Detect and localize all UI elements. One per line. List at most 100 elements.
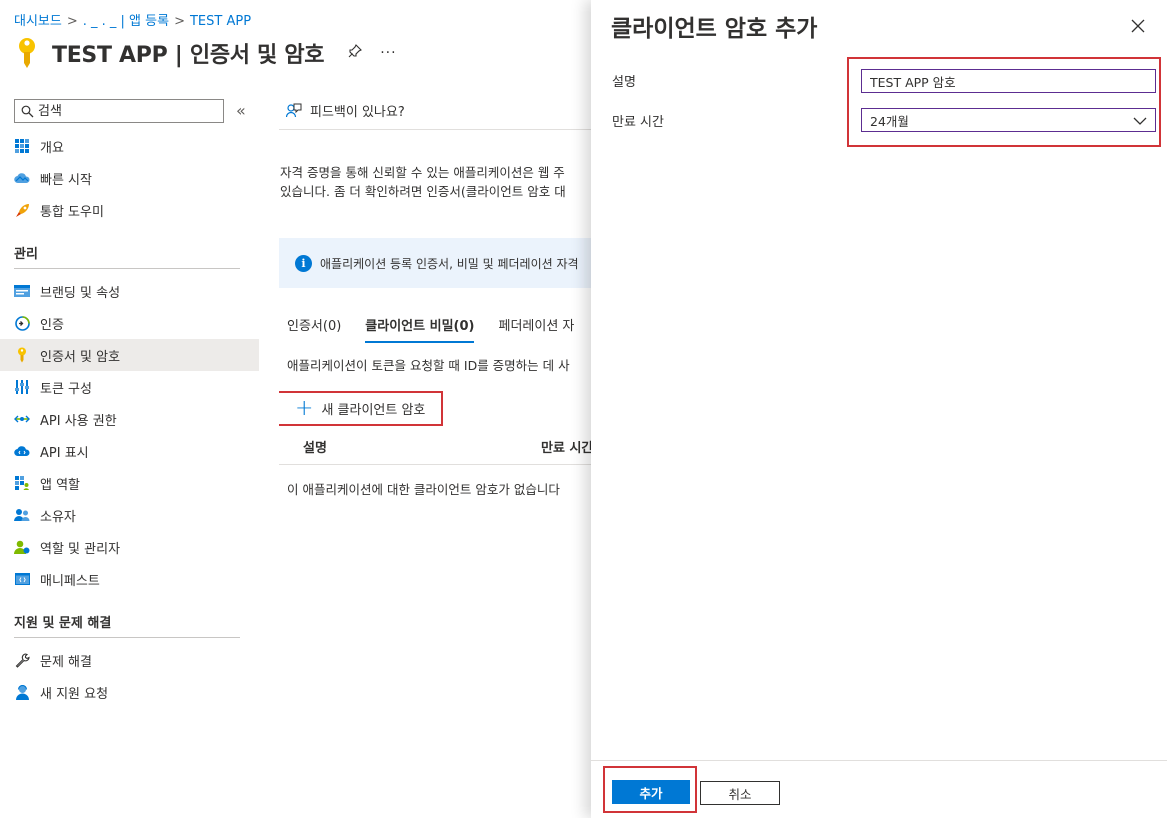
sidebar-item-label: 통합 도우미	[40, 204, 104, 220]
api-cloud-icon	[14, 443, 30, 459]
toolbar-divider	[279, 129, 599, 130]
sidebar-item-integration-assistant[interactable]: 통합 도우미	[0, 194, 259, 226]
key-icon	[19, 38, 35, 68]
feedback-link[interactable]: 피드백이 있나요?	[286, 101, 405, 120]
breadcrumb-app-registrations[interactable]: . _ . _ | 앱 등록	[83, 14, 169, 29]
owners-icon	[14, 507, 30, 523]
sidebar-item-label: 새 지원 요청	[40, 686, 109, 702]
sidebar-item-authentication[interactable]: 인증	[0, 307, 259, 339]
pin-icon[interactable]	[348, 44, 363, 62]
expiry-selected-value: 24개월	[870, 113, 909, 129]
breadcrumb-current[interactable]: TEST APP	[190, 14, 251, 29]
sidebar-item-app-roles[interactable]: 앱 역할	[0, 467, 259, 499]
column-header-description[interactable]: 설명	[303, 437, 327, 456]
add-client-secret-panel: 클라이언트 암호 추가 설명 만료 시간 24개월 추가 취소	[591, 0, 1167, 818]
roles-admin-icon	[14, 539, 30, 555]
column-header-expires[interactable]: 만료 시간	[541, 437, 593, 456]
sidebar-item-label: 소유자	[40, 509, 76, 525]
close-icon[interactable]	[1131, 14, 1145, 38]
sidebar-item-quickstart[interactable]: 빠른 시작	[0, 162, 259, 194]
sidebar-item-api-permissions[interactable]: API 사용 권한	[0, 403, 259, 435]
token-icon	[14, 379, 30, 395]
sidebar-item-roles-administrators[interactable]: 역할 및 관리자	[0, 531, 259, 563]
sidebar-item-token-configuration[interactable]: 토큰 구성	[0, 371, 259, 403]
breadcrumb-separator: >	[174, 14, 185, 29]
section-divider	[14, 637, 240, 638]
search-icon	[21, 105, 34, 117]
grid-icon	[14, 138, 30, 154]
sidebar-item-label: 빠른 시작	[40, 172, 92, 188]
cancel-button[interactable]: 취소	[700, 781, 780, 805]
search-box[interactable]	[14, 99, 224, 123]
chevron-down-icon	[1133, 113, 1147, 128]
sidebar-item-label: API 사용 권한	[40, 413, 117, 429]
auth-icon	[14, 315, 30, 331]
description-line: 있습니다. 좀 더 확인하려면 인증서(클라이언트 암호 대	[280, 184, 566, 199]
info-banner-text: 애플리케이션 등록 인증서, 비밀 및 페더레이션 자격	[320, 256, 579, 271]
sidebar-item-branding[interactable]: 브랜딩 및 속성	[0, 275, 259, 307]
description-field[interactable]	[861, 69, 1156, 93]
info-icon: i	[295, 254, 312, 272]
new-client-secret-label: 새 클라이언트 암호	[321, 403, 426, 418]
info-banner: i 애플리케이션 등록 인증서, 비밀 및 페더레이션 자격	[279, 238, 599, 288]
branding-icon	[14, 283, 30, 299]
table-header: 설명 만료 시간	[279, 428, 599, 465]
support-person-icon	[14, 684, 30, 700]
key-icon	[14, 347, 30, 363]
description-label: 설명	[612, 75, 636, 90]
sidebar-item-label: 브랜딩 및 속성	[40, 285, 121, 301]
sidebar-item-owners[interactable]: 소유자	[0, 499, 259, 531]
sidebar-item-troubleshooting[interactable]: 문제 해결	[0, 644, 259, 676]
expiry-label: 만료 시간	[612, 115, 664, 130]
new-client-secret-button[interactable]: + 새 클라이언트 암호	[279, 391, 443, 426]
cloud-icon	[14, 170, 30, 186]
section-divider	[14, 268, 240, 269]
manifest-icon	[14, 571, 30, 587]
sidebar-item-overview[interactable]: 개요	[0, 130, 259, 162]
description-line: 자격 증명을 통해 신뢰할 수 있는 애플리케이션은 웹 주	[280, 165, 565, 180]
add-button[interactable]: 추가	[612, 780, 690, 804]
sidebar-item-label: 역할 및 관리자	[40, 541, 121, 557]
tab-client-secrets[interactable]: 클라이언트 비밀(0)	[365, 315, 475, 343]
rocket-icon	[14, 202, 30, 218]
sidebar-item-label: 개요	[40, 140, 64, 156]
wrench-icon	[14, 652, 30, 668]
page-header: TEST APP | 인증서 및 암호 ···	[14, 36, 397, 70]
api-permission-icon	[14, 411, 30, 427]
sidebar-nav: 개요 빠른 시작 통합 도우미 관리 브랜딩 및 속성 인증 인증서 및 암호 …	[0, 130, 259, 708]
app-page: 대시보드 > . _ . _ | 앱 등록 > TEST APP TEST APP | …	[0, 0, 1167, 818]
section-support-heading: 지원 및 문제 해결	[14, 616, 112, 631]
breadcrumb-home[interactable]: 대시보드	[14, 14, 62, 29]
tab-federated-credentials[interactable]: 페더레이션 자	[498, 315, 574, 343]
panel-title: 클라이언트 암호 추가	[611, 16, 818, 42]
sidebar-item-label: 앱 역할	[40, 477, 81, 493]
page-title: TEST APP | 인증서 및 암호	[52, 43, 325, 68]
sidebar-item-label: 토큰 구성	[40, 381, 92, 397]
tab-description: 애플리케이션이 토큰을 요청할 때 ID를 증명하는 데 사	[287, 358, 570, 373]
breadcrumb: 대시보드 > . _ . _ | 앱 등록 > TEST APP	[14, 10, 251, 29]
panel-footer-divider	[591, 760, 1167, 761]
search-input[interactable]	[38, 103, 208, 119]
sidebar-item-label: 매니페스트	[40, 573, 100, 589]
sidebar-item-label: 인증서 및 암호	[40, 349, 121, 365]
plus-icon: +	[295, 395, 314, 421]
tab-certificates[interactable]: 인증서(0)	[287, 315, 341, 343]
feedback-label: 피드백이 있나요?	[310, 105, 405, 120]
main-content: 피드백이 있나요? 자격 증명을 통해 신뢰할 수 있는 애플리케이션은 웹 주…	[279, 95, 599, 818]
sidebar-item-certificates-secrets[interactable]: 인증서 및 암호	[0, 339, 259, 371]
app-roles-icon	[14, 475, 30, 491]
collapse-sidebar-icon[interactable]: «	[236, 101, 246, 120]
feedback-icon	[286, 103, 302, 117]
tab-bar: 인증서(0) 클라이언트 비밀(0) 페더레이션 자	[287, 315, 598, 343]
breadcrumb-separator: >	[66, 14, 78, 29]
sidebar-item-label: 인증	[40, 317, 64, 333]
sidebar-item-expose-api[interactable]: API 표시	[0, 435, 259, 467]
page-description: 자격 증명을 통해 신뢰할 수 있는 애플리케이션은 웹 주 있습니다. 좀 더…	[280, 163, 599, 201]
sidebar-item-new-support-request[interactable]: 새 지원 요청	[0, 676, 259, 708]
sidebar-item-manifest[interactable]: 매니페스트	[0, 563, 259, 595]
expiry-dropdown[interactable]: 24개월	[861, 108, 1156, 132]
more-icon[interactable]: ···	[380, 45, 396, 61]
section-manage-heading: 관리	[14, 247, 38, 262]
sidebar-item-label: API 표시	[40, 445, 89, 461]
empty-state-message: 이 애플리케이션에 대한 클라이언트 암호가 없습니다	[287, 482, 560, 497]
